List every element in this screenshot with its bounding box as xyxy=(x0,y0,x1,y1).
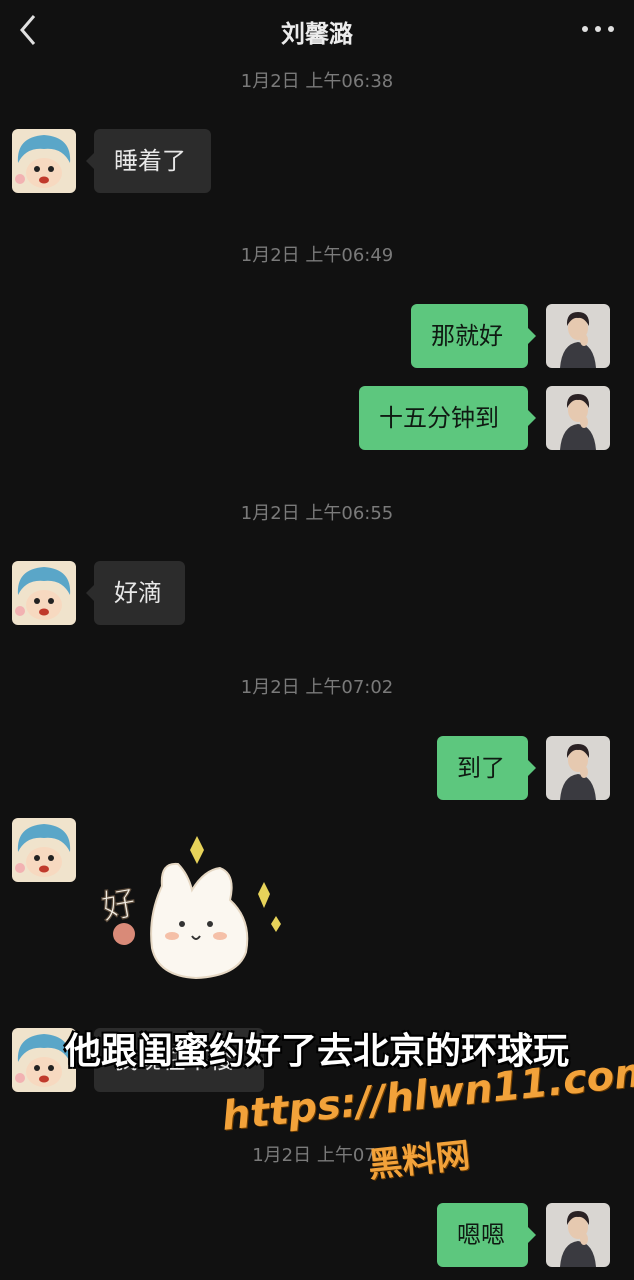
timestamp: 1月2日 上午06:38 xyxy=(240,71,394,92)
message-bubble[interactable]: 到了 xyxy=(437,736,536,800)
my-avatar[interactable] xyxy=(546,304,610,368)
sticker-message[interactable]: 好 xyxy=(92,830,292,990)
contact-avatar[interactable] xyxy=(12,818,76,882)
contact-avatar[interactable] xyxy=(12,561,76,625)
my-avatar[interactable] xyxy=(546,736,610,800)
more-horizontal-icon xyxy=(582,26,614,32)
message-bubble[interactable]: 那就好 xyxy=(411,304,536,368)
timestamp: 1月2日 上午07:02 xyxy=(240,677,394,698)
my-avatar[interactable] xyxy=(546,386,610,450)
timestamp: 1月2日 上午06:55 xyxy=(240,503,394,524)
timestamp: 1月2日 上午07: xyxy=(252,1145,382,1166)
message-bubble[interactable]: 十五分钟到 xyxy=(359,386,536,450)
message-bubble[interactable]: 好滴 xyxy=(86,561,185,625)
message-bubble[interactable]: 嗯嗯 xyxy=(437,1203,536,1267)
chat-title: 刘馨潞 xyxy=(281,20,353,48)
more-button[interactable] xyxy=(580,18,616,40)
message-bubble[interactable]: 睡着了 xyxy=(86,129,211,193)
chat-header: 刘馨潞 xyxy=(0,0,634,62)
watermark-name: 黑料网 xyxy=(366,1135,472,1186)
timestamp: 1月2日 上午06:49 xyxy=(240,245,394,266)
my-avatar[interactable] xyxy=(546,1203,610,1267)
contact-avatar[interactable] xyxy=(12,129,76,193)
sticker-label: 好 xyxy=(99,883,139,928)
